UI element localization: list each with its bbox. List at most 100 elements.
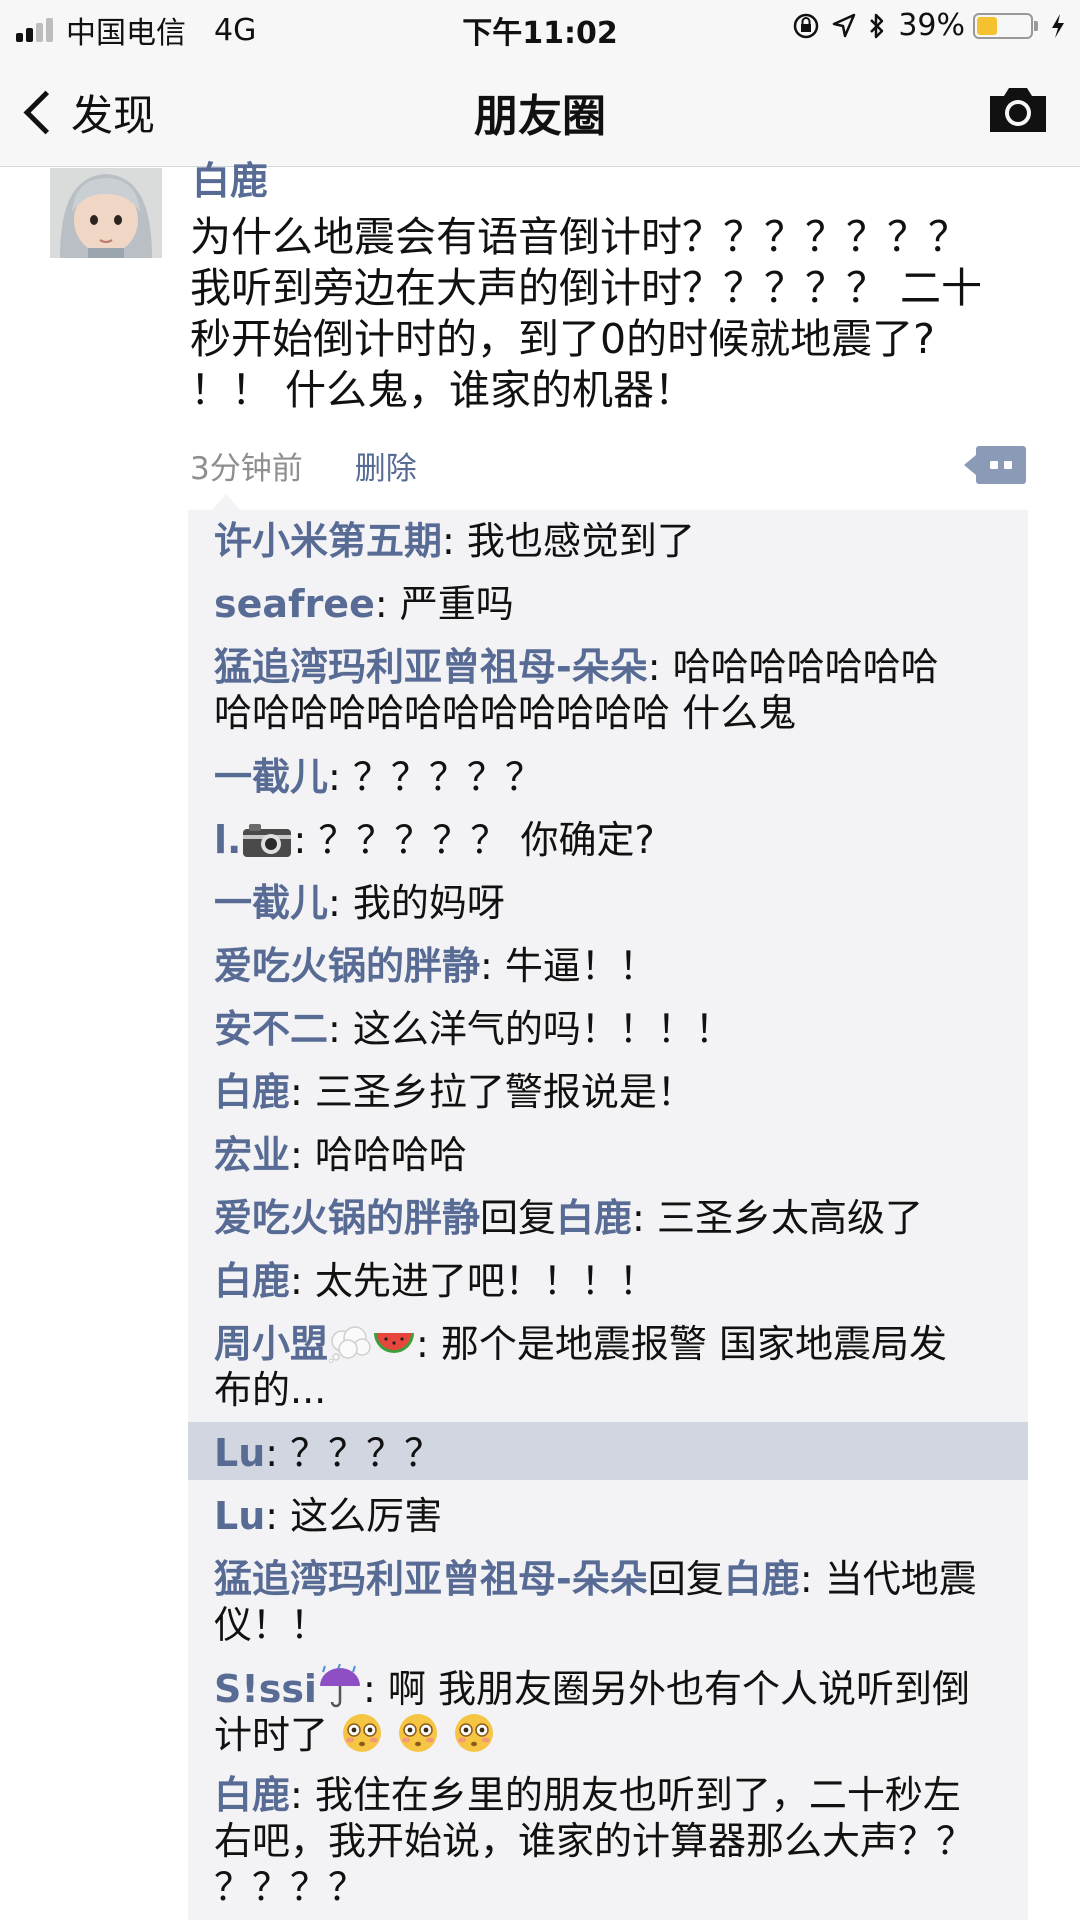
battery-percent: 39% — [898, 8, 965, 43]
location-icon — [833, 13, 856, 37]
comment-text: 当代地震 — [824, 1557, 977, 1601]
battery-icon — [973, 12, 1033, 39]
avatar-image — [50, 168, 162, 258]
comment-author[interactable]: l. — [214, 818, 241, 862]
comment-author[interactable]: 猛追湾玛利亚曾祖母-朵朵 — [214, 645, 648, 689]
comment-text: 我住在乡里的朋友也听到了，二十秒左 — [314, 1773, 961, 1817]
post-line: 我听到旁边在大声的倒计时？？？？？ 二十 — [190, 264, 983, 312]
comment-text: ？？？？？ 你确定? — [318, 818, 655, 862]
comment-author[interactable]: 白鹿 — [214, 1773, 290, 1817]
more-dot — [990, 461, 998, 469]
reply-to-author[interactable]: 白鹿 — [556, 1196, 632, 1240]
comment-row[interactable]: 周小盟 : 那个是地震报警 国家地震局发 布的... — [188, 1313, 1028, 1421]
comment-text-cont: 计时了 — [214, 1713, 329, 1757]
comment-text: 严重吗 — [399, 582, 514, 626]
comment-author[interactable]: 爱吃火锅的胖静 — [214, 1196, 480, 1240]
comment-row[interactable]: 一截儿: 我的妈呀 — [188, 872, 1028, 934]
comment-author[interactable]: 白鹿 — [214, 1070, 290, 1114]
comment-author[interactable]: 一截儿 — [214, 755, 328, 799]
more-icon[interactable] — [964, 446, 1026, 484]
comment-row[interactable]: 安不二: 这么洋气的吗！！！！ — [188, 998, 1028, 1060]
comment-text: 我的妈呀 — [352, 881, 505, 925]
comment-text: 这么洋气的吗！！！！ — [352, 1007, 733, 1051]
comment-author[interactable]: 安不二 — [214, 1007, 328, 1051]
comment-text: 我也感觉到了 — [466, 519, 695, 563]
comment-text: 太先进了吧！！！！ — [314, 1259, 657, 1303]
comment-row[interactable]: 宏业: 哈哈哈哈 — [188, 1124, 1028, 1186]
status-right: 39% — [780, 8, 1066, 43]
watermelon-emoji — [374, 1333, 415, 1353]
delete-button[interactable]: 删除 — [355, 443, 417, 488]
comment-text-cont: ？？？？ — [214, 1865, 367, 1909]
comment-row[interactable]: 白鹿: 太先进了吧！！！！ — [188, 1250, 1028, 1312]
more-dot — [1004, 461, 1012, 469]
wechat-moments-screen: 中国电信 4G 下午11:02 39% 发现 朋友圈 白鹿 为什么地震会有语音倒… — [0, 0, 1080, 1920]
comment-text-cont: 哈哈哈哈哈哈哈哈哈哈哈哈 什么鬼 — [214, 691, 797, 735]
comment-row[interactable]: seafree: 严重吗 — [188, 573, 1028, 635]
comment-author[interactable]: 一截儿 — [214, 881, 328, 925]
post-line: 为什么地震会有语音倒计时？？？？？？？ — [190, 213, 969, 261]
reply-word: 回复 — [647, 1557, 724, 1601]
comment-text: 三圣乡拉了警报说是！ — [314, 1070, 695, 1114]
comment-author[interactable]: S!ssi — [214, 1667, 317, 1711]
umbrella-rain-emoji — [319, 1664, 360, 1708]
page-title: 朋友圈 — [474, 91, 606, 142]
comment-author[interactable]: 宏业 — [214, 1133, 290, 1177]
comment-author[interactable]: seafree — [214, 582, 375, 626]
post-content: 为什么地震会有语音倒计时？？？？？？？ 我听到旁边在大声的倒计时？？？？？ 二十… — [190, 212, 1040, 416]
comment-author[interactable]: 白鹿 — [214, 1259, 290, 1303]
reply-to-author[interactable]: 白鹿 — [724, 1557, 800, 1601]
comment-text: 哈哈哈哈 — [314, 1133, 467, 1177]
comment-row[interactable]: l. : ？？？？？ 你确定? — [188, 809, 1028, 871]
comment-row[interactable]: 白鹿: 我住在乡里的朋友也听到了，二十秒左 右吧，我开始说，谁家的计算器那么大声… — [188, 1764, 1028, 1918]
post-meta: 3分钟前 删除 — [190, 443, 417, 488]
comment-text: 牛逼！！ — [504, 944, 657, 988]
camera-emoji — [243, 824, 292, 857]
post-time: 3分钟前 — [190, 451, 303, 487]
reply-word: 回复 — [480, 1196, 557, 1240]
comment-text: 这么厉害 — [290, 1494, 443, 1538]
comment-row[interactable]: 一截儿: ？？？？？ — [188, 746, 1028, 808]
thought-bubble-emoji — [328, 1326, 371, 1363]
comment-caret — [212, 494, 240, 510]
post-author[interactable]: 白鹿 — [192, 150, 268, 205]
comment-text: ？？？？ — [290, 1431, 443, 1475]
battery-tip — [1034, 20, 1038, 31]
comment-row-highlighted[interactable]: Lu: ？？？？ — [188, 1422, 1028, 1480]
comment-author[interactable]: 许小米第五期 — [214, 519, 442, 563]
comment-author[interactable]: 爱吃火锅的胖静 — [214, 944, 480, 988]
post-line: ！！ 什么鬼，谁家的机器！ — [190, 366, 696, 414]
comment-text-cont: 布的... — [214, 1368, 327, 1412]
flushed-face-emoji — [343, 1714, 382, 1752]
comment-text: 那个是地震报警 国家地震局发 — [440, 1322, 947, 1366]
post-line: 秒开始倒计时的，到了0的时候就地震了? — [190, 315, 935, 363]
comment-text: 啊 我朋友圈另外也有个人说听到倒 — [387, 1667, 970, 1711]
comment-author[interactable]: 猛追湾玛利亚曾祖母-朵朵 — [214, 1557, 648, 1601]
more-arrow — [964, 455, 976, 475]
avatar[interactable] — [50, 168, 162, 258]
comment-text: ？？？？？ — [352, 755, 543, 799]
bluetooth-icon — [870, 13, 884, 38]
comment-author[interactable]: Lu — [214, 1494, 265, 1538]
comment-row[interactable]: 白鹿: 三圣乡拉了警报说是！ — [188, 1061, 1028, 1123]
comment-text: 哈哈哈哈哈哈哈 — [672, 645, 939, 689]
nav-bar: 发现 朋友圈 — [0, 54, 1080, 167]
comment-author[interactable]: Lu — [214, 1431, 265, 1475]
status-bar: 中国电信 4G 下午11:02 39% — [0, 0, 1080, 54]
comment-text-cont: 仪！！ — [214, 1603, 329, 1647]
flushed-face-emoji — [455, 1714, 494, 1752]
flushed-face-emoji — [399, 1714, 438, 1752]
comment-row[interactable]: 许小米第五期: 我也感觉到了 — [188, 510, 1028, 572]
comment-author[interactable]: 周小盟 — [214, 1322, 328, 1366]
comment-row[interactable]: 爱吃火锅的胖静: 牛逼！！ — [188, 935, 1028, 997]
comment-row[interactable]: 猛追湾玛利亚曾祖母-朵朵: 哈哈哈哈哈哈哈 哈哈哈哈哈哈哈哈哈哈哈哈 什么鬼 — [188, 636, 1028, 744]
comment-row[interactable]: 爱吃火锅的胖静回复白鹿: 三圣乡太高级了 — [188, 1187, 1028, 1249]
comment-row[interactable]: S!ssi : 啊 我朋友圈另外也有个人说听到倒 计时了 — [188, 1656, 1028, 1766]
camera-icon[interactable] — [986, 84, 1050, 136]
battery-fill — [977, 16, 997, 35]
comment-row[interactable]: Lu: 这么厉害 — [188, 1485, 1028, 1547]
charging-icon — [1052, 13, 1064, 38]
comment-list: 许小米第五期: 我也感觉到了 seafree: 严重吗 猛追湾玛利亚曾祖母-朵朵… — [188, 494, 1028, 1920]
comment-row[interactable]: 猛追湾玛利亚曾祖母-朵朵回复白鹿: 当代地震 仪！！ — [188, 1548, 1028, 1656]
comment-text-cont: 右吧，我开始说，谁家的计算器那么大声？？ — [214, 1819, 975, 1863]
